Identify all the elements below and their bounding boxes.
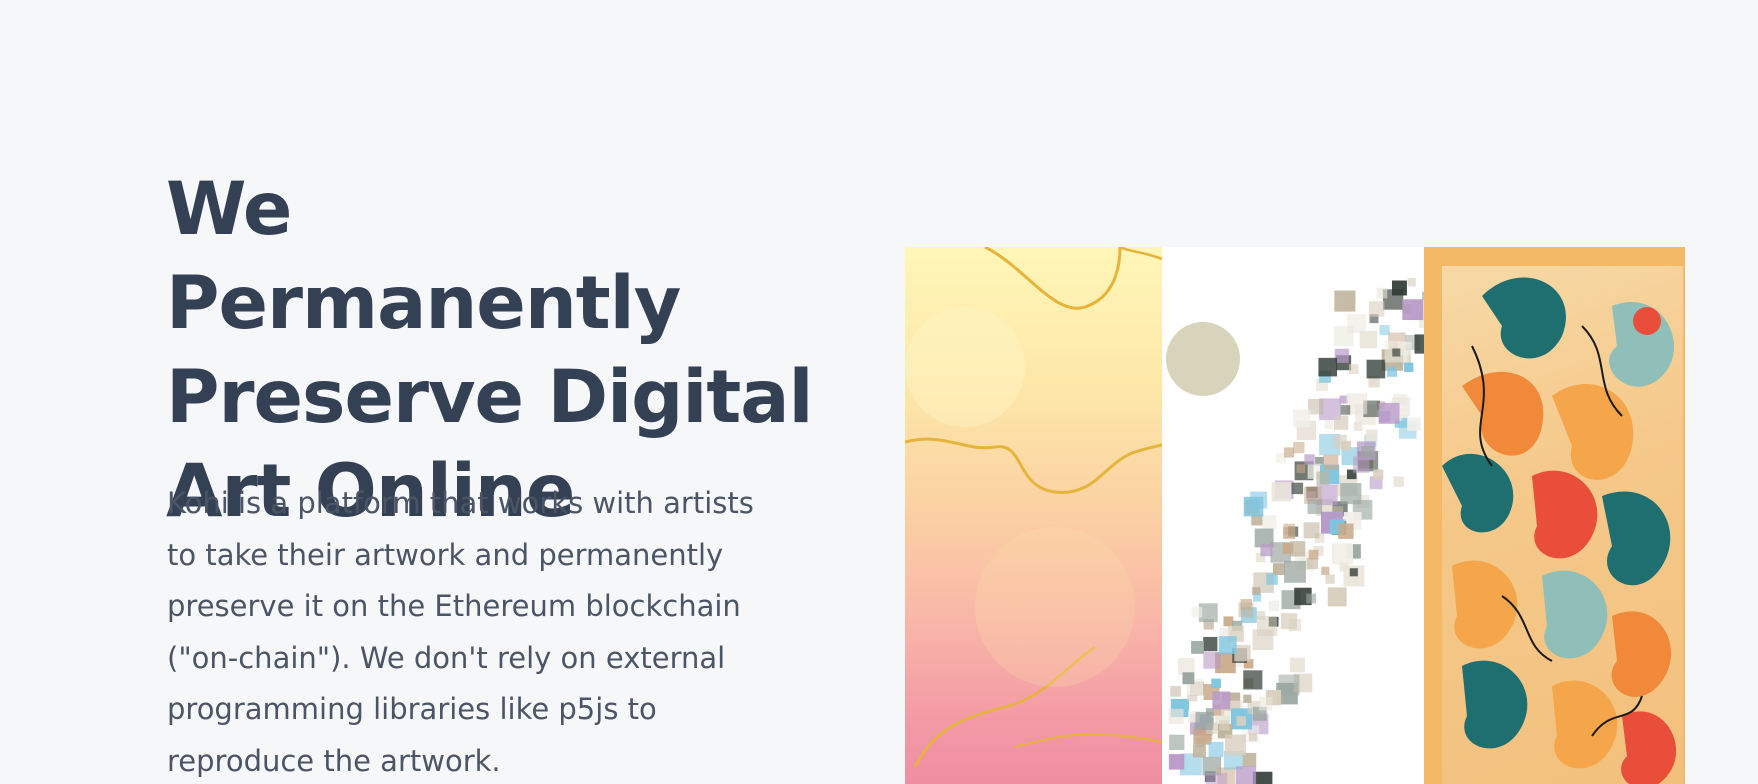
artwork-image-2 [1162,247,1424,784]
hero-title-line-2: Preserve Digital [166,355,814,440]
hero-title-line-1: We Permanently [166,167,681,346]
artwork-2-glyph-band [1166,278,1424,784]
hero-description-line-6: reproduce the artwork. [167,743,501,778]
artwork-image-3 [1424,247,1685,784]
artwork-1-gold-veins [905,247,1162,768]
artwork-3-swirls [1442,277,1677,784]
artwork-image-1 [905,247,1162,784]
hero-description-line-3: preserve it on the Ethereum blockchain [167,589,741,623]
hero-description-line-5: programming libraries like p5js to [167,692,657,726]
hero-description: Kohi is a platform that works with artis… [167,478,807,784]
hero-description-line-1: Kohi is a platform that works with artis… [167,486,754,520]
hero-description-line-2: to take their artwork and permanently [167,537,724,572]
hero-description-line-4: ("on-chain"). We don't rely on external [167,640,726,675]
